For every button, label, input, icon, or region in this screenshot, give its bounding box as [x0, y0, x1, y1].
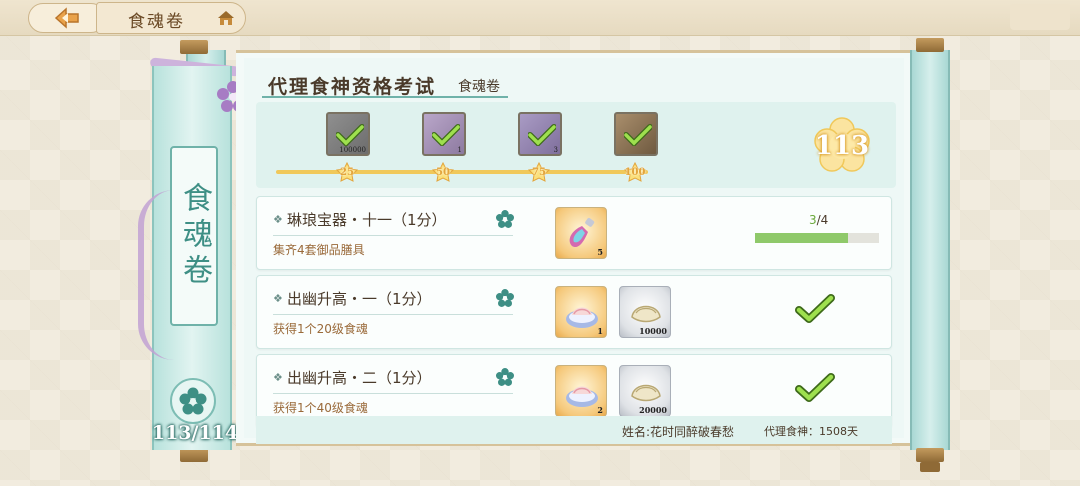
milestone-reward-3[interactable]: 3: [518, 112, 562, 156]
right-rod-cap-top: [916, 38, 944, 52]
reward-item[interactable]: 2: [555, 365, 607, 417]
diamond-bullet-icon: ❖: [273, 371, 283, 384]
home-icon[interactable]: [216, 9, 236, 27]
task-progress-text: 3/4: [809, 213, 828, 227]
milestone-qty: 1: [457, 146, 462, 154]
milestone-marker-100: 100: [624, 162, 646, 182]
task-divider: [273, 235, 513, 236]
reward-qty: 1: [597, 326, 603, 336]
back-arrow-icon: [54, 7, 79, 29]
agent-days: 代理食神：1508天: [764, 425, 858, 438]
page-title: 食魂卷: [128, 12, 185, 32]
milestone-points: 50: [436, 166, 450, 178]
exam-title: 代理食神资格考试: [268, 76, 437, 98]
dumpling-plate-icon: [566, 386, 598, 407]
check-icon: [336, 124, 364, 146]
completed-check-icon: [795, 373, 835, 402]
task-description: 获得1个40级食魂: [273, 401, 368, 415]
banner-label-text: 食魂卷: [177, 182, 212, 290]
milestone-progress-track: [276, 170, 648, 174]
task-description: 集齐4套御品膳具: [273, 243, 365, 257]
progress-current: 3: [809, 213, 817, 227]
milestone-reward-2[interactable]: 1: [422, 112, 466, 156]
reward-item[interactable]: 10000: [619, 286, 671, 338]
reward-item[interactable]: 20000: [619, 365, 671, 417]
progress-total: /4: [816, 213, 829, 227]
task-progress-fill: [755, 233, 848, 243]
milestone-qty: 3: [553, 146, 558, 154]
check-icon: [624, 124, 652, 146]
player-name: 姓名:花时同醉破春愁: [622, 425, 735, 439]
exam-title-underline: [262, 96, 508, 98]
task-name: 出幽升高・一（1分）: [287, 290, 432, 308]
check-icon: [432, 124, 460, 146]
right-rod-knob-bottom: [920, 462, 940, 472]
milestone-reward-4[interactable]: [614, 112, 658, 156]
milestone-marker-50: 50: [432, 162, 454, 182]
reward-qty: 20000: [639, 405, 667, 415]
banner-label: 食魂卷: [170, 146, 218, 326]
potion-bottle-icon: [569, 218, 595, 248]
right-scroll-rod: [910, 50, 950, 450]
flower-icon: [496, 210, 514, 228]
banner-tassel: [138, 190, 174, 360]
task-row: ❖ 琳琅宝器・十一（1分） 集齐4套御品膳具 5 3/4: [256, 196, 892, 270]
task-name: 出幽升高・二（1分）: [287, 369, 432, 387]
milestone-marker-25: 25: [336, 162, 358, 182]
milestone-marker-75: 75: [528, 162, 550, 182]
right-rod-cap-bottom: [916, 448, 944, 462]
milestone-points: 100: [624, 166, 646, 178]
task-progress-bar: [755, 233, 879, 243]
diamond-bullet-icon: ❖: [273, 292, 283, 305]
dumpling-plate-icon: [566, 307, 598, 328]
exam-subtitle: 食魂卷: [458, 79, 500, 95]
banner-flower-badge: [170, 378, 216, 424]
completed-check-icon: [795, 294, 835, 323]
left-rod-cap-bottom: [180, 448, 208, 462]
task-divider: [273, 314, 513, 315]
reward-item[interactable]: 1: [555, 286, 607, 338]
milestone-reward-1[interactable]: 100000: [326, 112, 370, 156]
top-right-panel: [1010, 4, 1070, 30]
flower-icon: [496, 368, 514, 386]
reward-qty: 5: [597, 247, 603, 257]
check-icon: [528, 124, 556, 146]
left-rod-cap-top: [180, 40, 208, 54]
milestone-qty: 100000: [339, 146, 366, 154]
flower-icon: [496, 289, 514, 307]
reward-qty: 10000: [639, 326, 667, 336]
milestone-points: 25: [340, 166, 354, 178]
reward-qty: 2: [597, 405, 603, 415]
task-row: ❖ 出幽升高・一（1分） 获得1个20级食魂 1 10000: [256, 275, 892, 349]
reward-item[interactable]: 5: [555, 207, 607, 259]
flower-icon: [179, 387, 207, 415]
milestone-points: 75: [532, 166, 546, 178]
task-divider: [273, 393, 513, 394]
task-description: 获得1个20级食魂: [273, 322, 368, 336]
score-badge: 113: [812, 116, 872, 176]
collection-count: 113/114: [151, 422, 239, 444]
back-button[interactable]: [28, 3, 106, 33]
task-name: 琳琅宝器・十一（1分）: [287, 211, 447, 229]
score-value: 113: [814, 131, 870, 161]
diamond-bullet-icon: ❖: [273, 213, 283, 226]
